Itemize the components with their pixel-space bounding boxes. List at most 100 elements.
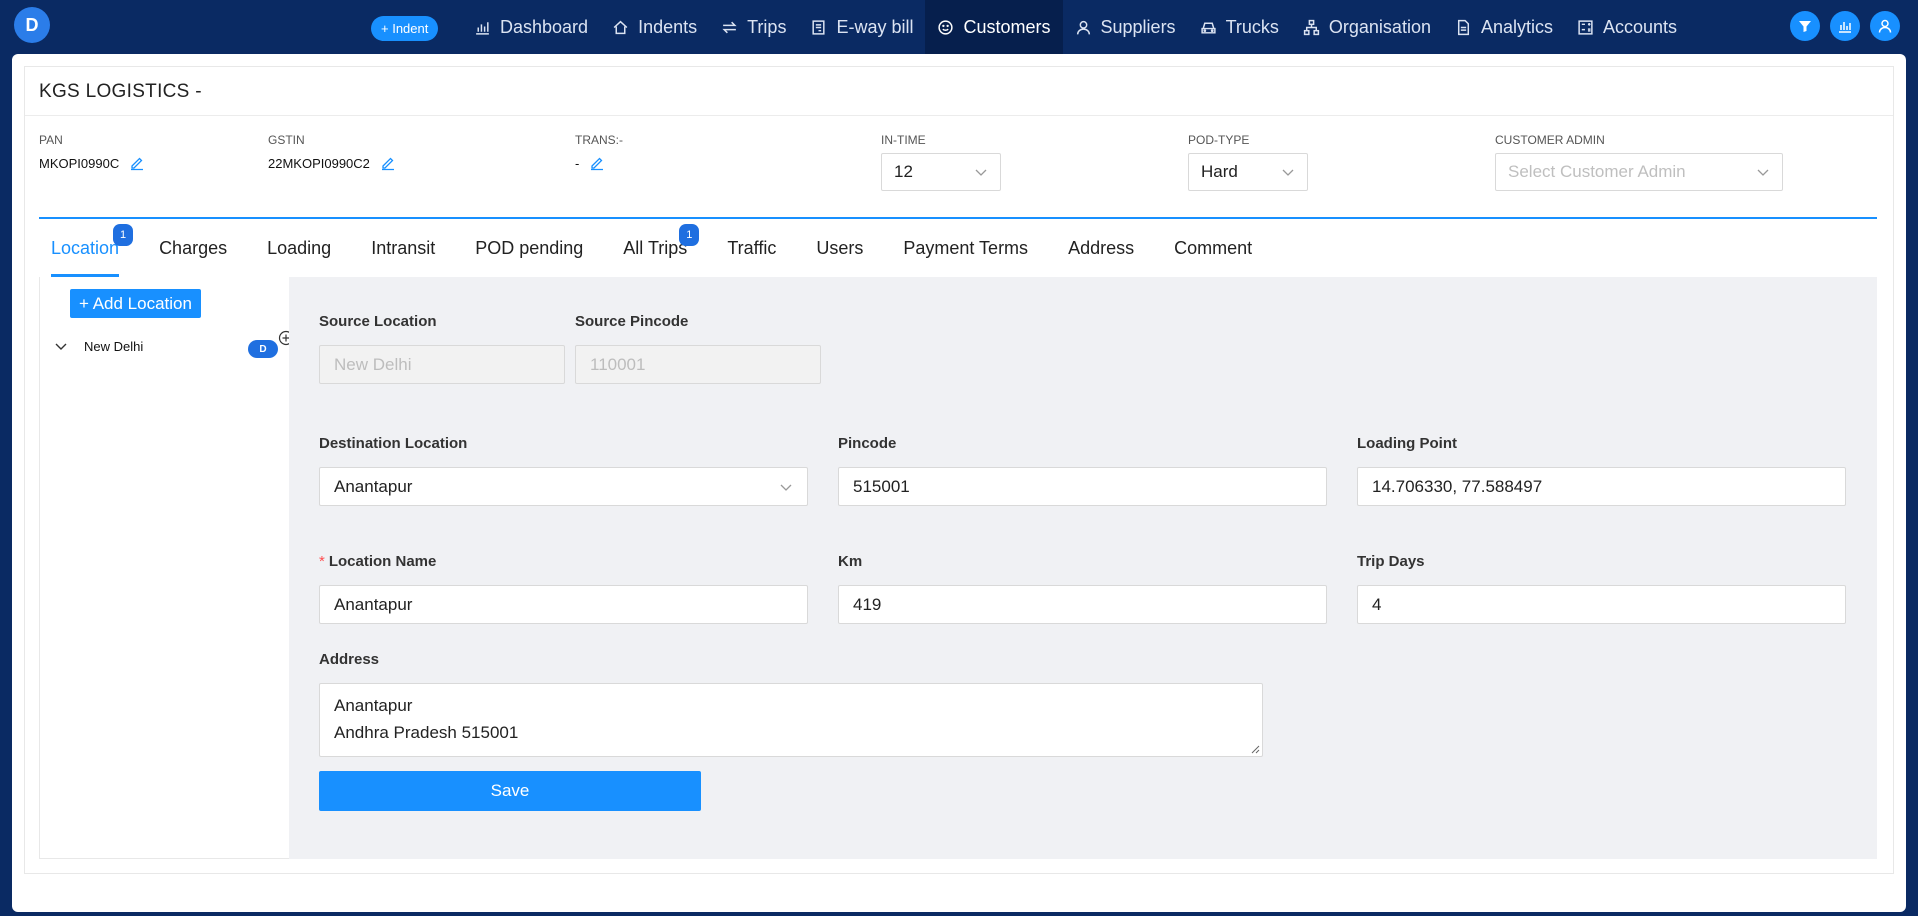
customer-admin-select[interactable]: Select Customer Admin: [1495, 153, 1783, 191]
source-location-input: New Delhi: [319, 345, 565, 384]
location-form: Source Location New Delhi Source Pincode…: [289, 277, 1877, 859]
nav-item-indents[interactable]: Indents: [600, 0, 709, 54]
trans-value: -: [575, 155, 580, 171]
location-name-label: * Location Name: [319, 553, 436, 570]
gstin-field: GSTIN 22MKOPI0990C2: [268, 133, 396, 171]
location-badge: D: [248, 340, 278, 358]
resize-handle-icon[interactable]: [1250, 744, 1260, 754]
tab-address[interactable]: Address: [1068, 219, 1134, 277]
page-container: KGS LOGISTICS - PAN MKOPI0990C GSTIN 22M…: [12, 54, 1906, 912]
source-location-value: New Delhi: [334, 354, 412, 374]
main-nav: Dashboard Indents Trips E-way bill Custo…: [462, 0, 1689, 54]
save-button[interactable]: Save: [319, 771, 701, 811]
app-logo[interactable]: D: [14, 7, 50, 43]
smile-icon: [938, 19, 954, 35]
home-icon: [613, 20, 628, 34]
chevron-down-icon: [1282, 169, 1294, 176]
tab-location[interactable]: Location 1: [51, 219, 134, 277]
destination-location-select[interactable]: Anantapur: [319, 467, 808, 506]
nav-item-trips[interactable]: Trips: [709, 0, 798, 54]
edit-icon[interactable]: [129, 155, 145, 171]
add-location-button[interactable]: + Add Location: [70, 289, 201, 318]
nav-item-eway-bill[interactable]: E-way bill: [798, 0, 925, 54]
nav-label: Suppliers: [1100, 16, 1176, 37]
destination-location-label: Destination Location: [319, 435, 468, 452]
tab-all-trips[interactable]: All Trips 1: [623, 219, 700, 277]
user-icon: [1076, 20, 1090, 34]
chevron-down-icon: [975, 169, 987, 176]
nav-label: Analytics: [1480, 16, 1553, 37]
nav-label: Indents: [638, 16, 698, 37]
address-label: Address: [319, 651, 380, 668]
pod-type-select[interactable]: Hard: [1188, 153, 1308, 191]
address-textarea[interactable]: Anantapur Andhra Pradesh 515001: [319, 683, 1263, 757]
edit-icon[interactable]: [380, 155, 396, 171]
loading-point-value: 14.706330, 77.588497: [1372, 476, 1543, 496]
tab-label: Comment: [1174, 237, 1253, 258]
nav-item-accounts[interactable]: Accounts: [1565, 0, 1689, 54]
loading-point-input[interactable]: 14.706330, 77.588497: [1357, 467, 1846, 506]
tab-comment[interactable]: Comment: [1174, 219, 1252, 277]
tab-charges[interactable]: Charges: [159, 219, 227, 277]
chevron-down-icon: [1757, 169, 1769, 176]
top-navigation-bar: D + Indent Dashboard Indents Trips E-way…: [0, 0, 1918, 54]
count-badge: 1: [113, 224, 134, 246]
tab-pod-pending[interactable]: POD pending: [475, 219, 583, 277]
nav-item-dashboard[interactable]: Dashboard: [462, 0, 600, 54]
trip-days-input[interactable]: 4: [1357, 585, 1846, 624]
car-icon: [1200, 22, 1216, 34]
customer-admin-label: CUSTOMER ADMIN: [1495, 133, 1605, 147]
tab-loading[interactable]: Loading: [267, 219, 331, 277]
source-pincode-label: Source Pincode: [575, 313, 689, 330]
edit-icon[interactable]: [589, 155, 605, 171]
in-time-label: IN-TIME: [881, 133, 926, 147]
source-location-label: Source Location: [319, 313, 437, 330]
nav-item-customers[interactable]: Customers: [925, 0, 1063, 54]
location-tree-item[interactable]: New Delhi D: [54, 330, 294, 358]
new-indent-button[interactable]: + Indent: [371, 16, 439, 41]
chart-button[interactable]: [1830, 11, 1860, 41]
swap-icon: [722, 21, 737, 33]
trip-days-value: 4: [1372, 594, 1382, 614]
nav-item-analytics[interactable]: Analytics: [1443, 0, 1565, 54]
customer-admin-placeholder: Select Customer Admin: [1508, 162, 1686, 181]
nav-item-organisation[interactable]: Organisation: [1291, 0, 1443, 54]
page-title: KGS LOGISTICS -: [39, 81, 202, 102]
org-icon: [1303, 19, 1320, 35]
chevron-down-icon[interactable]: [54, 339, 68, 353]
address-line: Anantapur: [334, 696, 413, 715]
tab-payment-terms[interactable]: Payment Terms: [903, 219, 1028, 277]
tab-users[interactable]: Users: [816, 219, 863, 277]
pod-type-label: POD-TYPE: [1188, 133, 1250, 147]
customer-card: KGS LOGISTICS - PAN MKOPI0990C GSTIN 22M…: [24, 66, 1894, 874]
filter-button[interactable]: [1790, 11, 1820, 41]
required-mark: *: [319, 553, 325, 570]
tab-traffic[interactable]: Traffic: [727, 219, 776, 277]
location-name-input[interactable]: Anantapur: [319, 585, 808, 624]
user-icon: [1878, 19, 1892, 33]
pincode-input[interactable]: 515001: [838, 467, 1327, 506]
address-line: Andhra Pradesh 515001: [334, 723, 519, 742]
pod-type-field: POD-TYPE Hard: [1188, 133, 1308, 191]
gstin-value: 22MKOPI0990C2: [268, 155, 370, 171]
km-input[interactable]: 419: [838, 585, 1327, 624]
count-badge: 1: [679, 224, 700, 246]
filter-icon: [1799, 21, 1811, 32]
trans-label: TRANS:-: [575, 133, 623, 147]
tab-label: Intransit: [371, 237, 436, 258]
in-time-select[interactable]: 12: [881, 153, 1001, 191]
gstin-label: GSTIN: [268, 133, 305, 147]
profile-button[interactable]: [1870, 11, 1900, 41]
tabs-section: Location 1 Charges Loading Intransit POD…: [39, 217, 1877, 859]
nav-item-trucks[interactable]: Trucks: [1188, 0, 1291, 54]
km-value: 419: [853, 594, 882, 614]
tab-intransit[interactable]: Intransit: [371, 219, 435, 277]
receipt-icon: [812, 19, 826, 35]
location-name-value: Anantapur: [334, 594, 413, 614]
source-pincode-input: 110001: [575, 345, 821, 384]
tab-label: Address: [1068, 237, 1135, 258]
file-icon: [1457, 19, 1469, 35]
nav-item-suppliers[interactable]: Suppliers: [1063, 0, 1188, 54]
divider: [25, 115, 1893, 116]
in-time-value: 12: [894, 162, 913, 181]
